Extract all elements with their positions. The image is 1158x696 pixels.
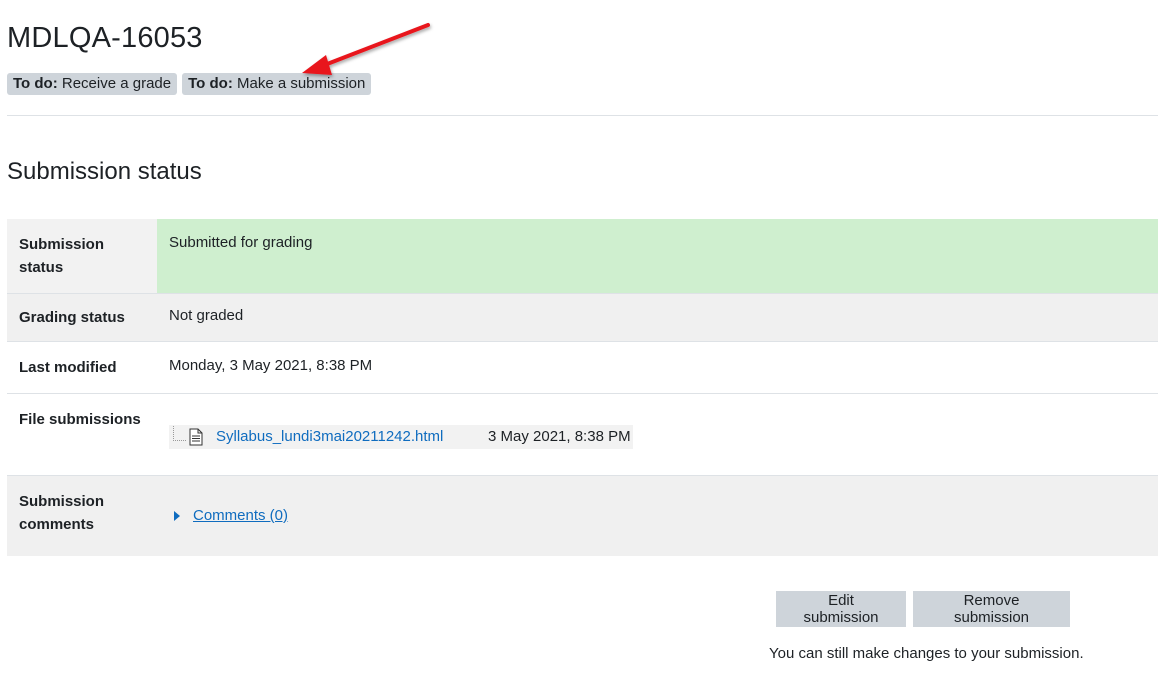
submission-status-table: Submission status Submitted for grading … [7,219,1158,556]
row-label: Grading status [7,293,157,342]
row-label: Submission comments [7,475,157,556]
todo-prefix: To do: [13,75,58,92]
table-row: Grading status Not graded [7,293,1158,342]
todo-badge-grade: To do: Receive a grade [7,73,178,95]
table-row: File submissions Syllabus_lundi3mai20211… [7,393,1158,476]
todo-text: Receive a grade [61,75,172,92]
table-row: Submission status Submitted for grading [7,219,1158,294]
red-arrow-icon [302,23,430,75]
tree-connector [173,425,186,441]
row-label: File submissions [7,393,157,476]
header-divider [7,115,1158,116]
comments-toggle[interactable]: Comments (0) [174,506,288,526]
section-title: Submission status [7,158,202,185]
edit-submission-button[interactable]: Edit submission [776,591,906,627]
assignment-page: MDLQA-16053 To do: Receive a grade To do… [0,0,1158,696]
edit-note: You can still make changes to your submi… [769,645,1084,662]
document-icon [189,428,203,446]
submission-status-value: Submitted for grading [157,219,1158,294]
remove-submission-button[interactable]: Remove submission [913,591,1070,627]
row-label: Last modified [7,341,157,394]
table-row: Submission comments Comments (0) [7,475,1158,556]
file-date: 3 May 2021, 8:38 PM [488,428,631,445]
submission-comments-cell: Comments (0) [157,475,1158,556]
table-row: Last modified Monday, 3 May 2021, 8:38 P… [7,341,1158,394]
comments-link-label: Comments (0) [193,507,289,524]
row-label: Submission status [7,219,157,294]
grading-status-value: Not graded [157,293,1158,342]
caret-right-icon [174,511,180,521]
file-link[interactable]: Syllabus_lundi3mai20211242.html [216,427,488,447]
file-submissions-cell: Syllabus_lundi3mai20211242.html 3 May 20… [157,393,1158,476]
page-title: MDLQA-16053 [7,22,203,54]
file-item: Syllabus_lundi3mai20211242.html 3 May 20… [169,425,633,449]
last-modified-value: Monday, 3 May 2021, 8:38 PM [157,341,1158,394]
todo-prefix: To do: [188,75,233,92]
